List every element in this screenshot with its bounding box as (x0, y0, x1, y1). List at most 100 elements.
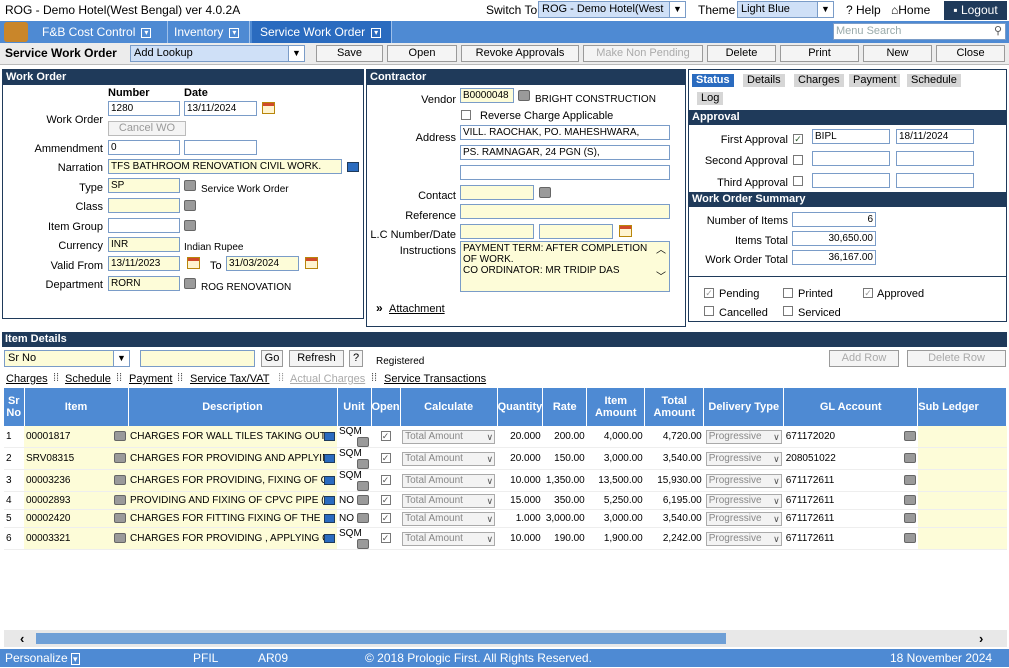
ammendment-date-field[interactable] (184, 140, 257, 155)
help-link[interactable]: ? Help (846, 3, 881, 17)
cell-gl-account[interactable]: 671172611 (783, 509, 918, 528)
cell-rate[interactable]: 350.00 (542, 491, 587, 510)
cell-calculate[interactable]: Total Amount ∨ (400, 469, 498, 492)
cell-gl-account[interactable]: 671172611 (783, 491, 918, 510)
lookup-select[interactable]: Add Lookup ▼ (130, 45, 305, 62)
cell-sub-ledger[interactable] (917, 447, 1007, 470)
cell-open[interactable]: ✓ (371, 426, 401, 448)
col-unit[interactable]: Unit (337, 388, 372, 426)
cell-gl-account[interactable]: 671172611 (783, 469, 918, 492)
cell-description[interactable]: CHARGES FOR PROVIDING AND APPLYIN (128, 447, 337, 470)
table-row[interactable]: 5 00002420 CHARGES FOR FITTING FIXING OF T… (4, 509, 1007, 528)
menu-inventory[interactable]: Inventory ▾ (166, 21, 250, 43)
cell-rate[interactable]: 150.00 (542, 447, 587, 470)
lookup-icon[interactable] (903, 475, 916, 485)
scrollbar-thumb[interactable] (36, 633, 726, 644)
cell-sub-ledger[interactable] (917, 491, 1007, 510)
calculate-select[interactable]: Total Amount ∨ (402, 429, 496, 444)
cell-quantity[interactable]: 10.000 (497, 527, 543, 550)
cell-unit[interactable]: NO (337, 491, 371, 510)
cell-description[interactable]: PROVIDING AND FIXING OF CPVC PIPE ( (128, 491, 337, 510)
serviced-checkbox[interactable] (783, 306, 793, 316)
cell-rate[interactable]: 190.00 (542, 527, 587, 550)
editor-icon[interactable] (324, 533, 335, 543)
calculate-select[interactable]: Total Amount ∨ (402, 511, 496, 526)
cell-quantity[interactable]: 20.000 (497, 426, 543, 448)
tab-details[interactable]: Details (743, 74, 785, 87)
lookup-icon[interactable] (184, 278, 196, 289)
srno-select[interactable]: Sr No ▼ (4, 350, 130, 367)
col-calculate[interactable]: Calculate (400, 388, 498, 426)
actual-charges-link[interactable]: Actual Charges (290, 373, 365, 385)
cell-item[interactable]: SRV08315 (24, 447, 128, 470)
cell-calculate[interactable]: Total Amount ∨ (400, 447, 498, 470)
reverse-charge-checkbox[interactable] (461, 110, 471, 120)
editor-icon[interactable] (324, 495, 335, 505)
lookup-icon[interactable] (114, 533, 126, 543)
cell-calculate[interactable]: Total Amount ∨ (400, 426, 498, 448)
tab-schedule[interactable]: Schedule (907, 74, 961, 87)
menu-fb-cost-control[interactable]: F&B Cost Control ▾ (34, 21, 168, 43)
calendar-icon[interactable] (305, 257, 318, 269)
lookup-icon[interactable] (114, 513, 126, 523)
open-checkbox[interactable]: ✓ (380, 453, 391, 463)
first-approval-checkbox[interactable]: ✓ (793, 134, 803, 144)
editor-icon[interactable] (324, 431, 335, 441)
third-approval-date-field[interactable] (896, 173, 974, 188)
valid-to-field[interactable]: 31/03/2024 (226, 256, 299, 271)
make-non-pending-button[interactable]: Make Non Pending (583, 45, 703, 62)
currency-field[interactable]: INR (108, 237, 180, 252)
cell-description[interactable]: CHARGES FOR WALL TILES TAKING OUT, (128, 426, 337, 448)
address-line1-field[interactable]: VILL. RAOCHAK, PO. MAHESHWARA, (460, 125, 670, 140)
open-button[interactable]: Open (387, 45, 457, 62)
col-srno[interactable]: Sr No (4, 388, 25, 426)
third-approval-user-field[interactable] (812, 173, 890, 188)
type-field[interactable]: SP (108, 178, 180, 193)
lookup-icon[interactable] (903, 453, 916, 463)
address-line3-field[interactable] (460, 165, 670, 180)
grid-help-button[interactable]: ? (349, 350, 363, 367)
close-button[interactable]: Close (936, 45, 1005, 62)
lookup-icon[interactable] (357, 495, 369, 505)
delivery-type-select[interactable]: Progressive ∨ (705, 511, 782, 526)
tab-status[interactable]: Status (692, 74, 734, 87)
cell-quantity[interactable]: 10.000 (497, 469, 543, 492)
go-button[interactable]: Go (261, 350, 283, 367)
lookup-icon[interactable] (903, 513, 916, 523)
second-approval-user-field[interactable] (812, 151, 890, 166)
second-approval-date-field[interactable] (896, 151, 974, 166)
cell-gl-account[interactable]: 671172611 (783, 527, 918, 550)
col-gl-account[interactable]: GL Account (783, 388, 919, 426)
tab-charges[interactable]: Charges (794, 74, 844, 87)
editor-icon[interactable] (324, 513, 335, 523)
lookup-icon[interactable] (518, 90, 530, 101)
lookup-icon[interactable] (114, 475, 126, 485)
delivery-type-select[interactable]: Progressive ∨ (705, 429, 782, 444)
first-approval-date-field[interactable]: 18/11/2024 (896, 129, 974, 144)
cell-rate[interactable]: 1,350.00 (542, 469, 587, 492)
cell-sub-ledger[interactable] (917, 509, 1007, 528)
narration-field[interactable]: TFS BATHROOM RENOVATION CIVIL WORK. (108, 159, 342, 174)
ammendment-field[interactable]: 0 (108, 140, 180, 155)
horizontal-scrollbar[interactable]: ‹ › (4, 630, 1007, 647)
cell-sub-ledger[interactable] (917, 426, 1007, 448)
lookup-icon[interactable] (357, 459, 369, 469)
lookup-icon[interactable] (903, 495, 916, 505)
narration-editor-icon[interactable] (347, 162, 359, 172)
cell-item[interactable]: 00002893 (24, 491, 128, 510)
table-row[interactable]: 4 00002893 PROVIDING AND FIXING OF CPVC PI… (4, 491, 1007, 510)
cell-unit[interactable]: SQM (337, 527, 371, 550)
cell-unit[interactable]: SQM (337, 426, 371, 448)
col-total-amount[interactable]: Total Amount (644, 388, 705, 426)
cell-gl-account[interactable]: 671172020 (783, 426, 918, 448)
cancelled-checkbox[interactable] (704, 306, 714, 316)
lookup-icon[interactable] (114, 495, 126, 505)
cell-description[interactable]: CHARGES FOR PROVIDING , APPLYING O (128, 527, 337, 550)
grid-search-input[interactable] (140, 350, 255, 367)
table-row[interactable]: 2 SRV08315 CHARGES FOR PROVIDING AND APPLY… (4, 447, 1007, 470)
approved-checkbox[interactable]: ✓ (863, 288, 873, 298)
delete-button[interactable]: Delete (707, 45, 776, 62)
lookup-icon[interactable] (357, 539, 369, 549)
menu-service-work-order[interactable]: Service Work Order ▾ (252, 21, 392, 43)
calculate-select[interactable]: Total Amount ∨ (402, 473, 496, 488)
